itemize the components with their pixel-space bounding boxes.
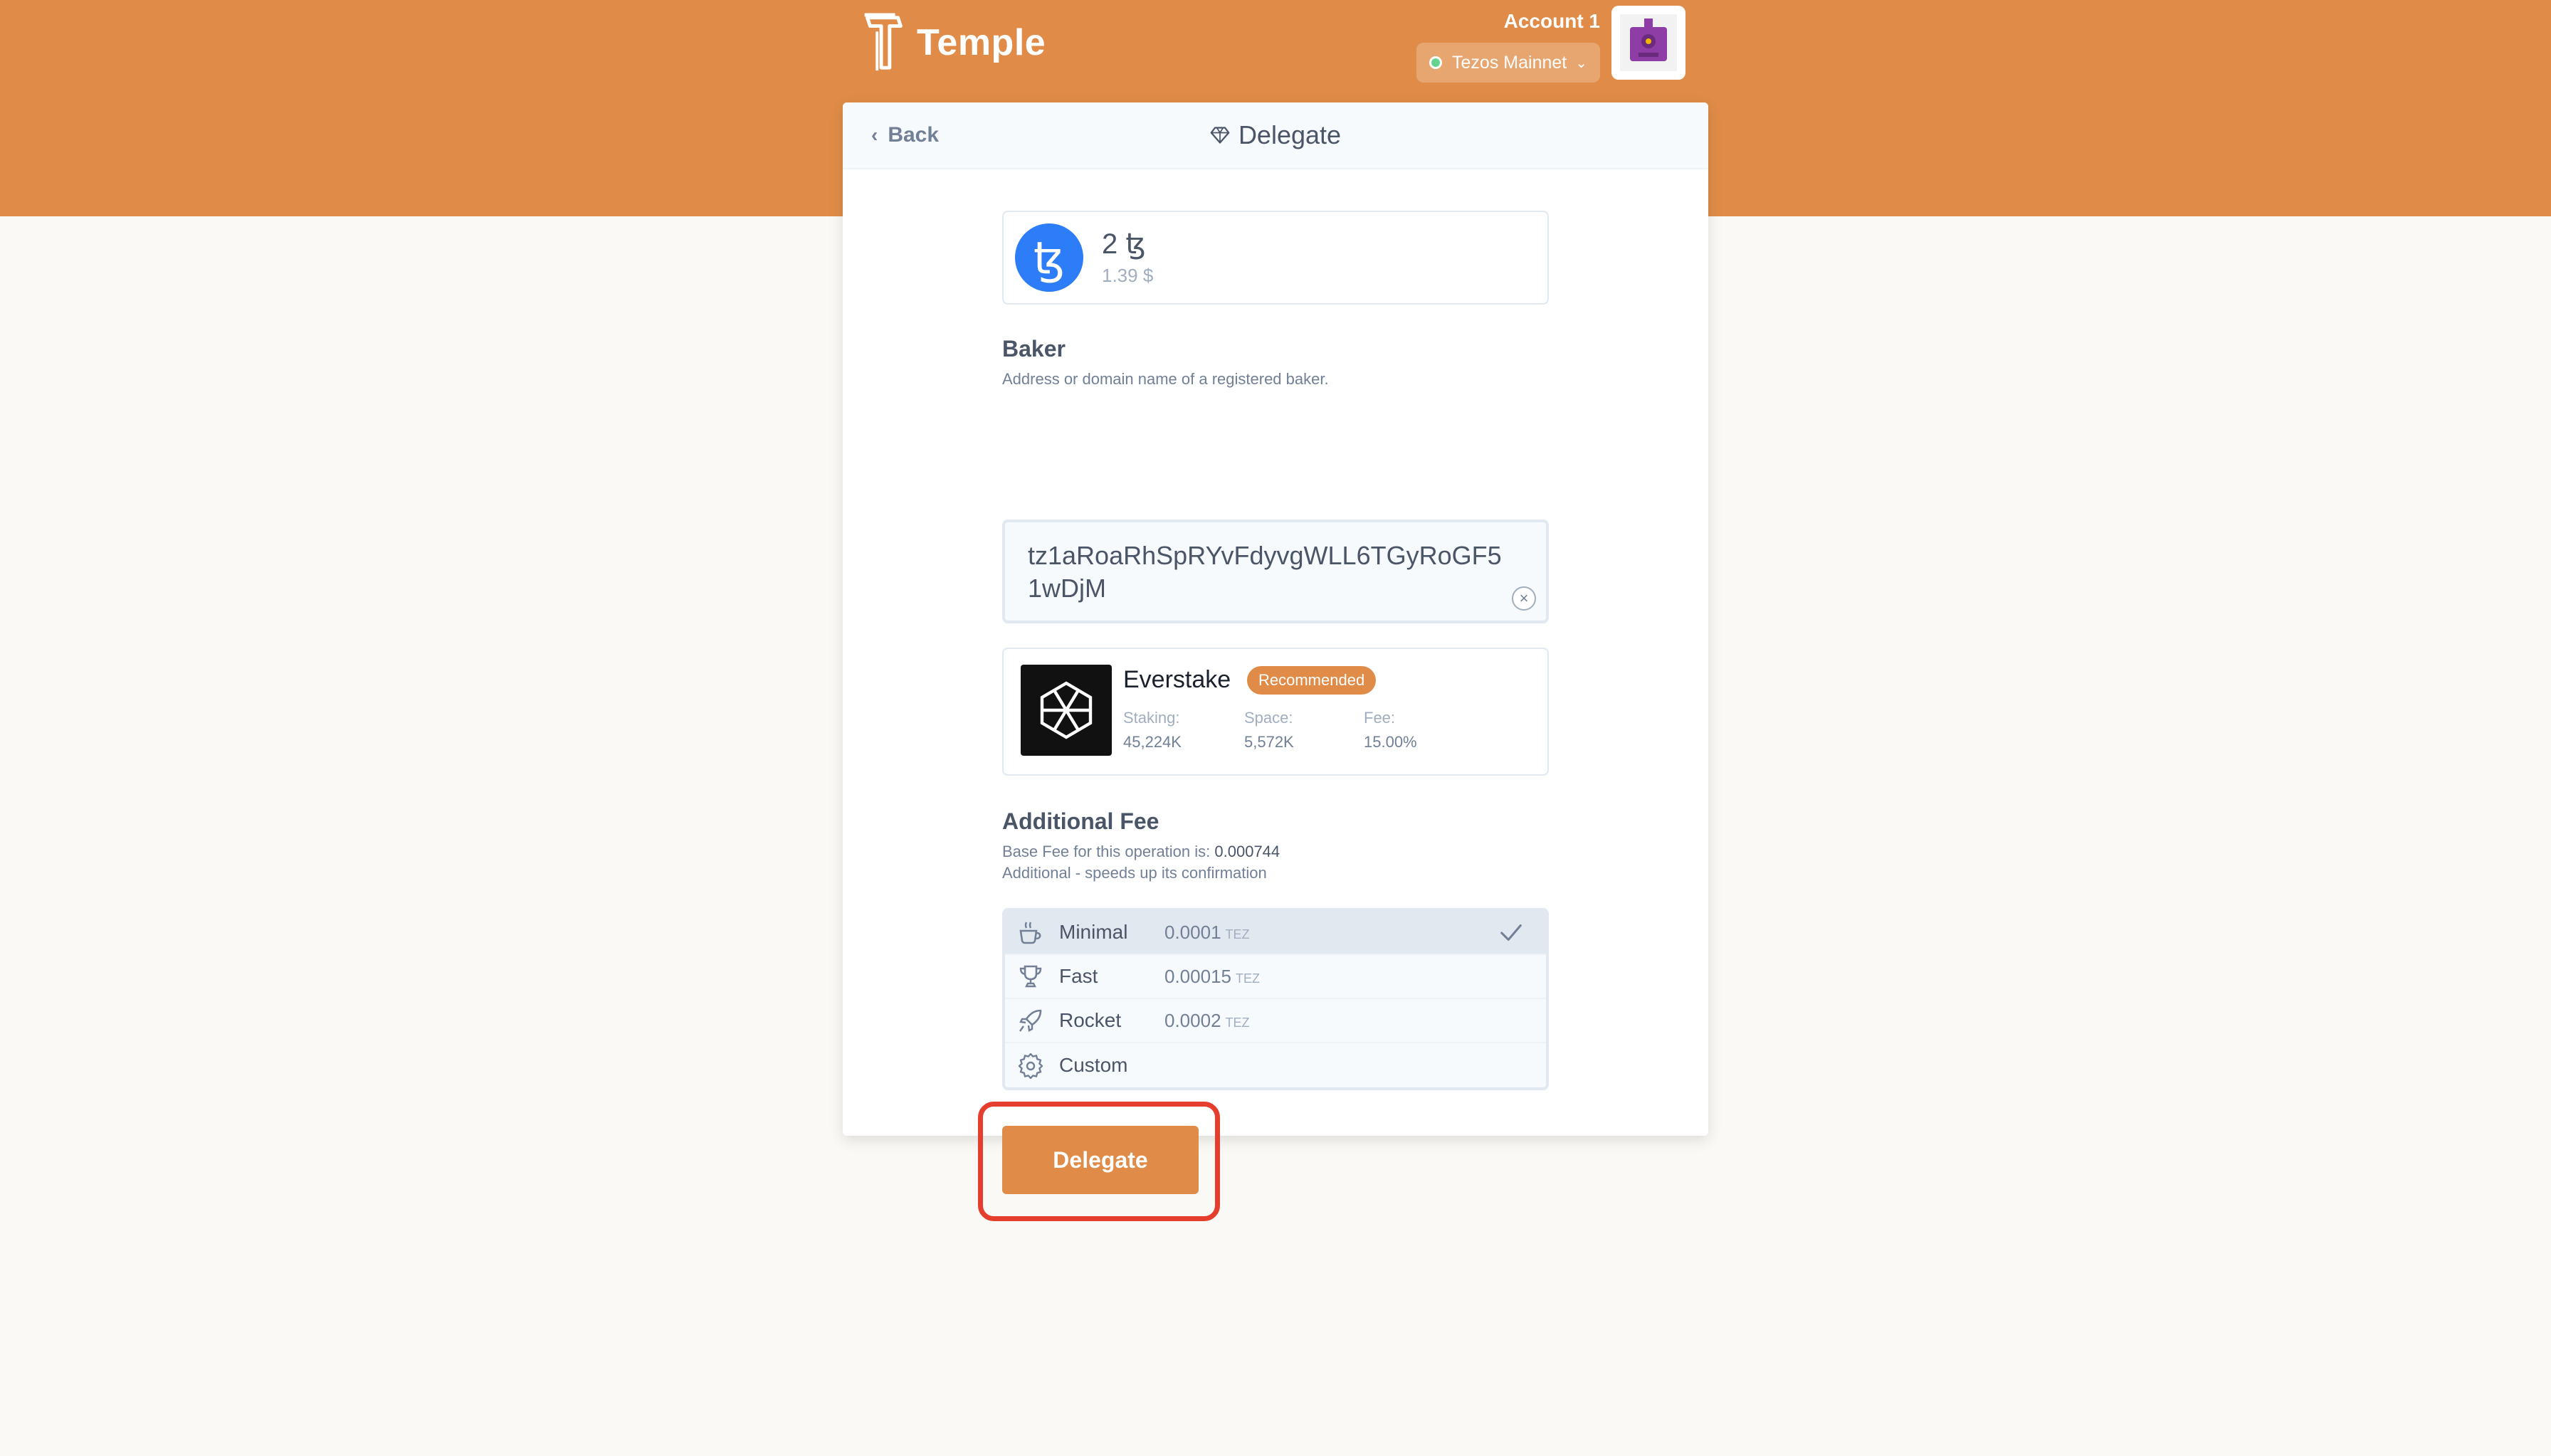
stat-value: 45,224K bbox=[1123, 733, 1182, 751]
fee-option-amount: 0.0002 TEZ bbox=[1164, 1010, 1250, 1032]
coffee-icon bbox=[1019, 922, 1041, 944]
fee-unit: TEZ bbox=[1225, 1015, 1250, 1030]
trophy-icon bbox=[1019, 965, 1042, 988]
recommended-badge: Recommended bbox=[1247, 666, 1377, 695]
fee-amount-value: 0.0001 bbox=[1164, 921, 1221, 943]
baker-stat-fee: Fee: 15.00% bbox=[1364, 706, 1417, 754]
additional-fee-title: Additional Fee bbox=[1002, 808, 1159, 834]
page-title: Delegate bbox=[843, 102, 1708, 168]
stat-label: Staking: bbox=[1123, 709, 1180, 727]
base-fee-prefix: Base Fee for this operation is: bbox=[1002, 843, 1211, 860]
stat-label: Space: bbox=[1244, 709, 1293, 727]
app-logo[interactable]: Temple bbox=[861, 10, 1046, 75]
fee-options: Minimal 0.0001 TEZ Fast 0.00015 TEZ Rock… bbox=[1002, 908, 1549, 1090]
fee-amount-value: 0.00015 bbox=[1164, 965, 1231, 987]
asset-usd-value: 1.39 $ bbox=[1102, 265, 1154, 286]
asset-balance: ꜩ 2 ꜩ 1.39 $ bbox=[1002, 211, 1549, 305]
baker-title: Baker bbox=[1002, 336, 1066, 362]
network-name: Tezos Mainnet bbox=[1452, 52, 1567, 73]
network-selector[interactable]: Tezos Mainnet ⌄ bbox=[1416, 43, 1600, 83]
app-name: Temple bbox=[917, 22, 1046, 63]
baker-logo bbox=[1021, 665, 1112, 756]
panel-header: ‹ Back Delegate bbox=[843, 102, 1708, 169]
clear-input-button[interactable]: × bbox=[1512, 586, 1536, 611]
baker-stat-space: Space: 5,572K bbox=[1244, 706, 1294, 754]
fee-option-amount: 0.00015 TEZ bbox=[1164, 966, 1260, 988]
base-fee-value: 0.000744 bbox=[1214, 843, 1280, 860]
close-icon: × bbox=[1519, 589, 1529, 607]
fee-amount-value: 0.0002 bbox=[1164, 1009, 1221, 1031]
gear-icon bbox=[1018, 1053, 1043, 1080]
baker-name: Everstake bbox=[1123, 666, 1231, 693]
fee-option-name: Custom bbox=[1059, 1054, 1128, 1076]
asset-amount: 2 ꜩ bbox=[1102, 228, 1146, 260]
fee-option-name: Minimal bbox=[1059, 921, 1128, 943]
delegate-button[interactable]: Delegate bbox=[1002, 1126, 1199, 1194]
fee-option-name: Rocket bbox=[1059, 1009, 1122, 1031]
chevron-down-icon: ⌄ bbox=[1575, 55, 1587, 71]
account-avatar[interactable] bbox=[1611, 6, 1685, 80]
tezos-icon: ꜩ bbox=[1015, 223, 1083, 292]
everstake-logo-icon bbox=[1040, 681, 1093, 739]
delegate-panel: ‹ Back Delegate ꜩ 2 ꜩ 1.39 $ Baker Addre… bbox=[843, 102, 1708, 1221]
additional-fee-desc: Additional - speeds up its confirmation bbox=[1002, 864, 1267, 882]
fee-option-rocket[interactable]: Rocket 0.0002 TEZ bbox=[1005, 999, 1546, 1043]
fee-unit: TEZ bbox=[1225, 927, 1250, 941]
baker-stat-staking: Staking: 45,224K bbox=[1123, 706, 1182, 754]
temple-logo-icon bbox=[864, 13, 903, 71]
baker-info-card: Everstake Recommended Staking: 45,224K S… bbox=[1002, 648, 1549, 776]
fee-option-minimal[interactable]: Minimal 0.0001 TEZ bbox=[1005, 911, 1546, 955]
diamond-icon bbox=[1210, 127, 1230, 144]
base-fee-text: Base Fee for this operation is: 0.000744 bbox=[1002, 841, 1280, 862]
account-name[interactable]: Account 1 bbox=[1504, 10, 1600, 33]
fee-option-amount: 0.0001 TEZ bbox=[1164, 922, 1250, 944]
rocket-icon bbox=[1019, 1009, 1042, 1032]
page-title-text: Delegate bbox=[1238, 120, 1342, 149]
fee-option-fast[interactable]: Fast 0.00015 TEZ bbox=[1005, 955, 1546, 999]
baker-address-input[interactable]: tz1aRoaRhSpRYvFdyvgWLL6TGyRoGF51wDjM × bbox=[1002, 519, 1549, 623]
fee-option-custom[interactable]: Custom bbox=[1005, 1043, 1546, 1087]
robot-avatar-icon bbox=[1620, 14, 1677, 71]
network-status-icon bbox=[1429, 56, 1443, 69]
fee-option-name: Fast bbox=[1059, 965, 1098, 987]
baker-address-value[interactable]: tz1aRoaRhSpRYvFdyvgWLL6TGyRoGF51wDjM bbox=[1028, 539, 1512, 605]
check-icon bbox=[1500, 924, 1522, 941]
baker-description: Address or domain name of a registered b… bbox=[1002, 370, 1329, 388]
stat-label: Fee: bbox=[1364, 709, 1396, 727]
stat-value: 15.00% bbox=[1364, 733, 1417, 751]
stat-value: 5,572K bbox=[1244, 733, 1294, 751]
fee-unit: TEZ bbox=[1235, 971, 1260, 986]
